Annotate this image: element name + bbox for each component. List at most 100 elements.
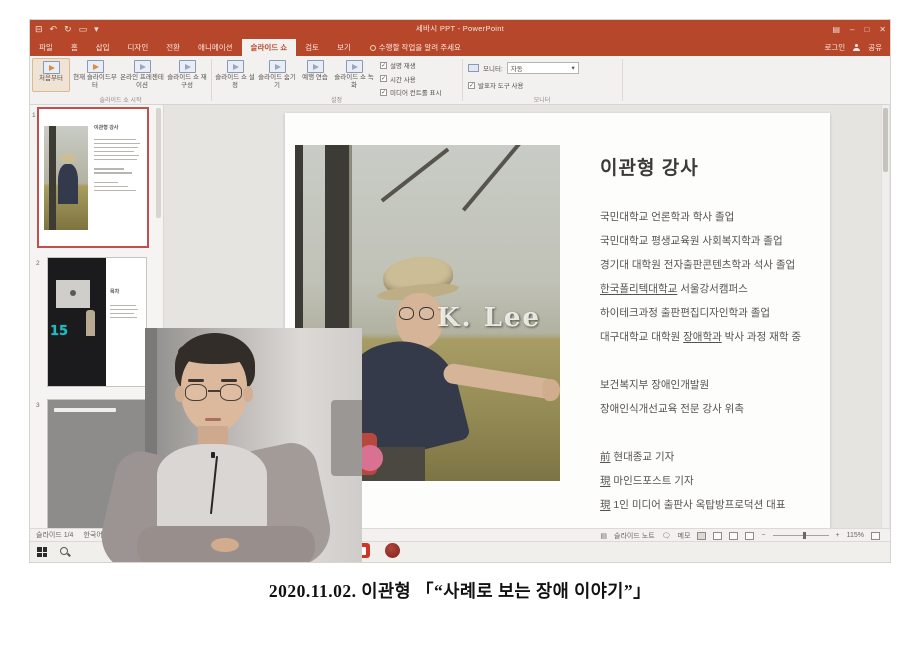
profile-line: 국민대학교 평생교육원 사회복지학과 졸업 <box>600 229 822 253</box>
share-button[interactable]: 공유 <box>868 39 882 56</box>
tellme-label: 수행할 작업을 알려 주세요 <box>379 39 461 56</box>
setup-slideshow-button[interactable]: 슬라이드 쇼 설정 <box>215 58 255 92</box>
photo-glasses-left <box>399 307 414 320</box>
profile-line: 現 1인 미디어 출판사 옥탑방프로덕션 대표 <box>600 493 822 517</box>
present-online-button[interactable]: 온라인 프레젠테이션 <box>120 58 164 92</box>
close-icon[interactable]: ✕ <box>879 25 886 34</box>
ribbon-display-options-icon[interactable]: ▤ <box>832 25 840 34</box>
zoom-in-button[interactable]: + <box>836 532 840 539</box>
title-bar: ⊟ ↶ ↻ ▭ ▾ 세바시 PPT - PowerPoint ▤ – □ ✕ <box>30 20 890 38</box>
zoom-slider-thumb[interactable] <box>803 532 806 539</box>
slide-title: 이관형 강사 <box>600 153 699 180</box>
thumb2-logo <box>70 290 76 296</box>
presenter-glasses-left <box>185 384 207 401</box>
editor-scrollbar[interactable] <box>881 105 889 528</box>
profile-line: 장애인식개선교육 전문 강사 위촉 <box>600 397 822 421</box>
minimize-icon[interactable]: – <box>850 25 854 34</box>
comments-icon: 🗨 <box>662 532 671 540</box>
photo-roof-strut <box>381 148 450 203</box>
spacer <box>600 349 822 373</box>
monitor-row: 모니터: 자동 ▾ <box>468 62 579 74</box>
notes-toggle[interactable]: 슬라이드 노트 <box>614 531 655 541</box>
from-current-button[interactable]: 현재 슬라이드부터 <box>72 58 118 92</box>
tab-design[interactable]: 디자인 <box>119 39 158 56</box>
profile-line: 국민대학교 언론학과 학사 졸업 <box>600 205 822 229</box>
thumb1-window-frame <box>49 126 56 230</box>
reading-view-button[interactable] <box>729 532 738 540</box>
image-caption: 2020.11.02. 이관형 「“사례로 보는 장애 이야기”」 <box>0 578 920 603</box>
group-label-monitor: 모니터 <box>462 95 622 104</box>
window-title: 세바시 PPT - PowerPoint <box>30 20 890 38</box>
powerpoint-window: ⊟ ↶ ↻ ▭ ▾ 세바시 PPT - PowerPoint ▤ – □ ✕ 파… <box>30 20 890 562</box>
checkbox-checked-icon: ✓ <box>468 82 475 89</box>
account-area: 로그인 공유 <box>824 39 890 56</box>
thumbnail-number-1: 1 <box>32 112 36 119</box>
tab-review[interactable]: 검토 <box>296 39 328 56</box>
webcam-chair <box>331 400 362 476</box>
slide-canvas[interactable]: K. Lee 이관형 강사 국민대학교 언론학과 학사 졸업 국민대학교 평생교… <box>285 113 830 528</box>
tab-insert[interactable]: 삽입 <box>87 39 119 56</box>
photo-hand <box>542 379 560 401</box>
fit-to-window-button[interactable] <box>871 532 880 540</box>
tab-slideshow[interactable]: 슬라이드 쇼 <box>242 39 297 56</box>
presenter-eyebrow-right <box>221 379 237 382</box>
photo-watermark: K. Lee <box>437 303 541 333</box>
tellme-box[interactable]: 수행할 작업을 알려 주세요 <box>360 39 471 56</box>
zoom-slider[interactable] <box>773 535 829 536</box>
from-start-button[interactable]: 처음부터 <box>32 58 70 92</box>
comments-toggle[interactable]: 메모 <box>678 531 691 541</box>
use-presenter-view-checkbox[interactable]: ✓ 발표자 도구 사용 <box>468 80 523 90</box>
slideshow-options: ✓ 설명 재생 ✓ 시간 사용 ✓ 미디어 컨트롤 표시 <box>380 60 441 97</box>
spacer <box>600 421 822 445</box>
checkbox-checked-icon: ✓ <box>380 62 387 69</box>
chevron-down-icon: ▾ <box>571 64 574 72</box>
ribbon-slideshow-group: 처음부터 현재 슬라이드부터 온라인 프레젠테이션 슬라이드 쇼 재구성 슬라이… <box>30 56 890 105</box>
slide-sorter-view-button[interactable] <box>713 532 722 540</box>
normal-view-button[interactable] <box>697 532 706 540</box>
profile-line: 現 마인드포스트 기자 <box>600 469 822 493</box>
presenter-ear-left <box>175 386 185 402</box>
photo-glasses-right <box>419 307 434 320</box>
checkbox-checked-icon: ✓ <box>380 75 387 82</box>
zoom-out-button[interactable]: − <box>761 532 765 539</box>
thumb2-speaker <box>86 310 95 336</box>
use-timings-checkbox[interactable]: ✓ 시간 사용 <box>380 74 441 84</box>
rehearse-icon <box>307 60 324 73</box>
search-icon[interactable] <box>60 547 68 555</box>
tab-file[interactable]: 파일 <box>30 39 62 56</box>
thumbnail-number-3: 3 <box>36 402 40 409</box>
zoom-level[interactable]: 115% <box>847 532 864 539</box>
thumbnail-number-2: 2 <box>36 260 40 267</box>
slideshow-current-icon <box>87 60 104 73</box>
tab-animations[interactable]: 애니메이션 <box>189 39 242 56</box>
tab-view[interactable]: 보기 <box>328 39 360 56</box>
thumbnail-slide-1[interactable]: 이관형 강사 <box>40 110 146 245</box>
slideshow-view-button[interactable] <box>745 532 754 540</box>
editor-scrollbar-thumb[interactable] <box>883 108 888 172</box>
thumb2-stage-text: 15 <box>50 324 68 339</box>
start-button[interactable] <box>37 547 47 557</box>
taskbar-app-red-icon[interactable] <box>385 543 400 558</box>
monitor-icon <box>468 64 479 72</box>
custom-slideshow-button[interactable]: 슬라이드 쇼 재구성 <box>166 58 208 92</box>
presenter-glasses-right <box>220 384 242 401</box>
rehearse-timings-button[interactable]: 예행 연습 <box>299 58 331 92</box>
monitor-dropdown[interactable]: 자동 ▾ <box>507 62 579 74</box>
tab-home[interactable]: 홈 <box>62 39 87 56</box>
play-narrations-checkbox[interactable]: ✓ 설명 재생 <box>380 60 441 70</box>
photo-roof-strut <box>462 145 524 212</box>
profile-line: 보건복지부 장애인개발원 <box>600 373 822 397</box>
slideshow-play-icon <box>43 61 60 74</box>
thumb1-hat <box>60 154 76 163</box>
thumbnail-scrollbar[interactable] <box>156 108 161 218</box>
thumb2-toc-title: 목차 <box>110 288 119 295</box>
lightbulb-icon <box>370 45 376 51</box>
hide-slide-button[interactable]: 슬라이드 숨기기 <box>257 58 297 92</box>
custom-show-icon <box>179 60 196 73</box>
tab-transitions[interactable]: 전환 <box>157 39 189 56</box>
profile-line: 前 현대종교 기자 <box>600 445 822 469</box>
record-slideshow-button[interactable]: 슬라이드 쇼 녹화 <box>333 58 375 92</box>
signin-button[interactable]: 로그인 <box>824 39 845 56</box>
restore-icon[interactable]: □ <box>864 25 869 34</box>
presenter-webcam-overlay <box>95 328 362 562</box>
